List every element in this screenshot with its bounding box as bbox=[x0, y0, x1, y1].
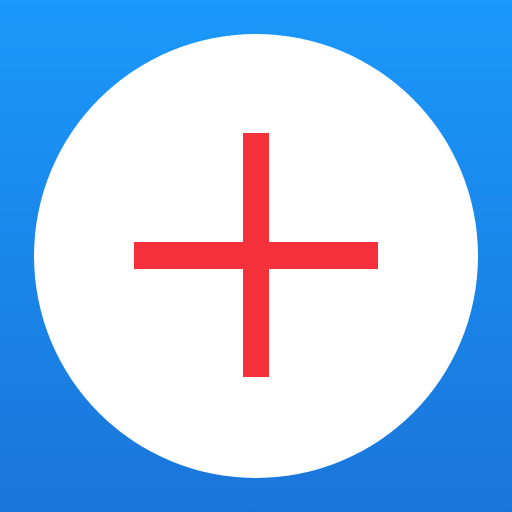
plus-icon bbox=[134, 133, 378, 377]
plus-horizontal-bar bbox=[134, 242, 378, 269]
app-icon[interactable] bbox=[0, 0, 512, 512]
